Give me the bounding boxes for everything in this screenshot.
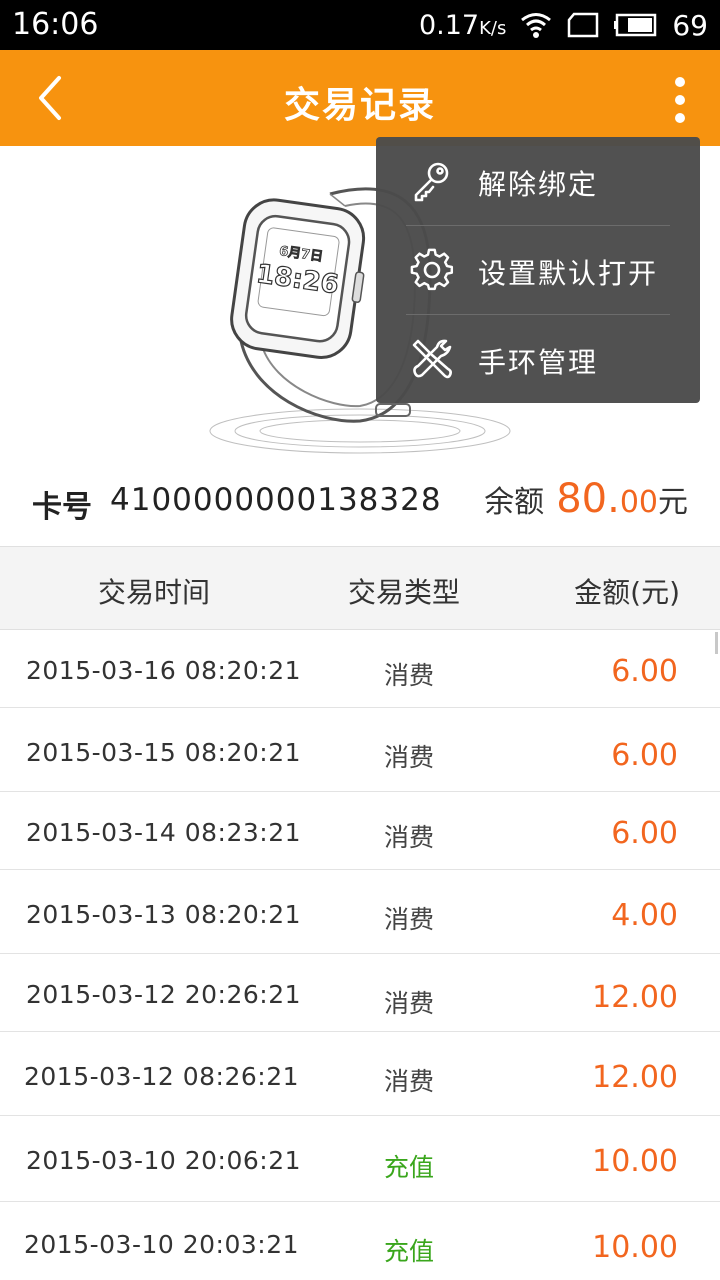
card-number: 4100000000138328: [110, 482, 442, 518]
row-time: 2015-03-12 20:26:21: [26, 980, 302, 1009]
table-row[interactable]: 2015-03-13 08:20:21 消费 4.00: [0, 870, 720, 954]
menu-item-label: 手环管理: [478, 346, 599, 379]
table-row[interactable]: 2015-03-15 08:20:21 消费 6.00: [0, 708, 720, 792]
row-time: 2015-03-16 08:20:21: [26, 656, 302, 685]
balance: 余额 80. 00 元: [484, 476, 688, 522]
row-amount: 4.00: [611, 898, 678, 933]
row-type: 消费: [384, 989, 435, 1018]
tools-icon: [412, 339, 452, 379]
table-row[interactable]: 2015-03-16 08:20:21 消费 6.00: [0, 630, 720, 708]
row-type: 消费: [384, 823, 435, 852]
gear-icon: [410, 248, 454, 291]
table-header: 交易时间 交易类型 金额(元): [0, 546, 720, 630]
row-type: 消费: [384, 905, 435, 934]
menu-item-set-default[interactable]: 设置默认打开: [376, 226, 700, 315]
net-speed: 0.17K/s: [418, 9, 507, 41]
row-time: 2015-03-14 08:23:21: [26, 818, 302, 847]
menu-item-label: 设置默认打开: [478, 257, 659, 290]
wifi-icon: [520, 11, 552, 39]
net-speed-unit: K/s: [479, 17, 507, 39]
transaction-list[interactable]: 2015-03-16 08:20:21 消费 6.00 2015-03-15 0…: [0, 630, 720, 1280]
table-row[interactable]: 2015-03-14 08:23:21 消费 6.00: [0, 792, 720, 870]
balance-integer: 80.: [556, 476, 620, 522]
row-amount: 6.00: [611, 738, 678, 773]
row-amount: 12.00: [592, 1060, 678, 1095]
app-bar: 交易记录: [0, 50, 720, 146]
row-type: 消费: [384, 743, 435, 772]
row-type: 消费: [384, 661, 435, 690]
row-type: 充值: [384, 1237, 435, 1266]
header-type: 交易类型: [348, 576, 461, 609]
table-row[interactable]: 2015-03-10 20:03:21 充值 10.00: [0, 1202, 720, 1280]
key-icon: [414, 162, 449, 202]
status-time: 16:06: [12, 7, 99, 42]
row-amount: 10.00: [592, 1144, 678, 1179]
page-title: 交易记录: [283, 85, 436, 126]
row-time: 2015-03-10 20:06:21: [26, 1146, 302, 1175]
header-amount: 金额(元): [574, 576, 680, 609]
row-time: 2015-03-10 20:03:21: [24, 1230, 300, 1259]
row-time: 2015-03-15 08:20:21: [26, 738, 302, 767]
row-amount: 10.00: [592, 1230, 678, 1265]
balance-label: 余额: [484, 485, 545, 520]
table-row[interactable]: 2015-03-12 08:26:21 消费 12.00: [0, 1032, 720, 1116]
status-bar: 16:06 0.17K/s 69: [0, 0, 720, 50]
balance-unit: 元: [658, 485, 688, 520]
balance-decimal: 00: [619, 485, 658, 520]
scrollbar[interactable]: [715, 632, 718, 654]
card-number-label: 卡号: [32, 490, 92, 525]
row-time: 2015-03-13 08:20:21: [26, 900, 302, 929]
row-time: 2015-03-12 08:26:21: [24, 1062, 300, 1091]
menu-item-unbind[interactable]: 解除绑定: [376, 137, 700, 226]
header-time: 交易时间: [98, 576, 211, 609]
battery-icon: [614, 13, 658, 37]
menu-item-band-manage[interactable]: 手环管理: [376, 315, 700, 404]
card-info: 卡号 4100000000138328 余额 80. 00 元: [0, 460, 720, 546]
overflow-menu: 解除绑定 设置默认打开 手环管理: [376, 137, 700, 403]
more-vert-icon: [675, 77, 685, 123]
row-type: 消费: [384, 1067, 435, 1096]
menu-item-label: 解除绑定: [478, 168, 599, 201]
row-amount: 12.00: [592, 980, 678, 1015]
row-amount: 6.00: [611, 816, 678, 851]
more-menu-button[interactable]: [658, 70, 702, 130]
row-type: 充值: [384, 1153, 435, 1182]
table-row[interactable]: 2015-03-12 20:26:21 消费 12.00: [0, 954, 720, 1032]
row-amount: 6.00: [611, 654, 678, 689]
battery-level: 69: [672, 8, 708, 42]
status-icons: 0.17K/s 69: [419, 8, 708, 42]
sim-icon: [566, 12, 600, 38]
table-row[interactable]: 2015-03-10 20:06:21 充值 10.00: [0, 1116, 720, 1202]
